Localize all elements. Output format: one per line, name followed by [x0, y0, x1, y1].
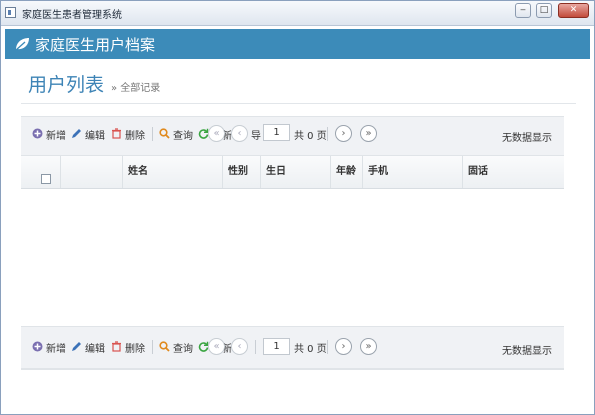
- query-button[interactable]: 查询: [173, 340, 193, 355]
- no-data-label: 无数据显示: [502, 346, 552, 357]
- chevron-next-icon[interactable]: ›: [335, 125, 352, 142]
- select-all-checkbox[interactable]: [41, 174, 51, 184]
- bottom-toolbar: 新增 编辑 删除 查询 新 « ‹ 1 共 0 页 › » 无数据显示: [21, 326, 564, 369]
- trash-icon: [112, 341, 121, 352]
- column-age[interactable]: 年龄: [331, 156, 363, 188]
- page-title: 用户列表: [28, 74, 105, 96]
- table-header: 姓名 性别 生日 年龄 手机 固话: [21, 156, 564, 189]
- chevron-first-icon[interactable]: «: [208, 338, 225, 355]
- chevron-next-icon[interactable]: ›: [335, 338, 352, 355]
- total-pages: 共 0 页: [294, 344, 327, 355]
- pencil-icon: [72, 342, 81, 351]
- column-birthday[interactable]: 生日: [261, 156, 331, 188]
- page-number-input[interactable]: 1: [263, 338, 290, 355]
- chevron-first-icon[interactable]: «: [208, 125, 225, 142]
- column-phone[interactable]: 固话: [463, 156, 564, 188]
- column-gender[interactable]: 性别: [223, 156, 261, 188]
- edit-button[interactable]: 编辑: [85, 340, 105, 355]
- chevron-prev-icon[interactable]: ‹: [231, 125, 248, 142]
- edit-button[interactable]: 编辑: [85, 127, 105, 142]
- total-pages: 共 0 页: [294, 131, 327, 142]
- app-window: 家庭医生患者管理系统 ‒ □ ✕ 家庭医生用户档案 用户列表 » 全部记录 新增…: [0, 0, 595, 415]
- leaf-icon: [15, 38, 29, 51]
- app-header: 家庭医生用户档案: [5, 29, 590, 59]
- window-title: 家庭医生患者管理系统: [22, 10, 122, 21]
- toolbar-separator: [152, 340, 153, 354]
- close-button[interactable]: ✕: [558, 3, 589, 18]
- chevron-last-icon[interactable]: »: [360, 125, 377, 142]
- maximize-button[interactable]: □: [536, 3, 552, 18]
- toolbar-separator: [255, 340, 256, 354]
- top-toolbar: 新增 编辑 删除 查询 新 « ‹ 导 1 共 0 页 › » 无数据显示: [21, 116, 564, 156]
- toolbar-separator: [327, 127, 328, 141]
- toolbar-separator: [152, 127, 153, 141]
- plus-circle-icon: [32, 341, 43, 352]
- delete-button[interactable]: 删除: [125, 340, 145, 355]
- column-mobile[interactable]: 手机: [363, 156, 463, 188]
- search-icon: [159, 341, 170, 352]
- column-name[interactable]: 姓名: [123, 156, 223, 188]
- app-icon: [5, 7, 16, 18]
- breadcrumb[interactable]: » 全部记录: [111, 79, 160, 94]
- pencil-icon: [72, 129, 81, 138]
- window-titlebar: 家庭医生患者管理系统 ‒ □ ✕: [1, 1, 594, 26]
- select-all-cell: [21, 156, 61, 188]
- toolbar-separator: [327, 340, 328, 354]
- search-icon: [159, 128, 170, 139]
- minimize-button[interactable]: ‒: [515, 3, 531, 18]
- trash-icon: [112, 128, 121, 139]
- chevron-prev-icon[interactable]: ‹: [231, 338, 248, 355]
- delete-button[interactable]: 删除: [125, 127, 145, 142]
- table-body: [21, 189, 564, 326]
- add-button[interactable]: 新增: [46, 127, 66, 142]
- export-button[interactable]: 导: [251, 127, 261, 142]
- no-data-label: 无数据显示: [502, 133, 552, 144]
- column-spacer: [61, 156, 123, 188]
- query-button[interactable]: 查询: [173, 127, 193, 142]
- header-title: 家庭医生用户档案: [35, 36, 156, 54]
- add-button[interactable]: 新增: [46, 340, 66, 355]
- chevron-last-icon[interactable]: »: [360, 338, 377, 355]
- page-number-input[interactable]: 1: [263, 124, 290, 141]
- title-divider: [21, 103, 576, 104]
- plus-circle-icon: [32, 128, 43, 139]
- panel-bottom-edge: [21, 369, 564, 370]
